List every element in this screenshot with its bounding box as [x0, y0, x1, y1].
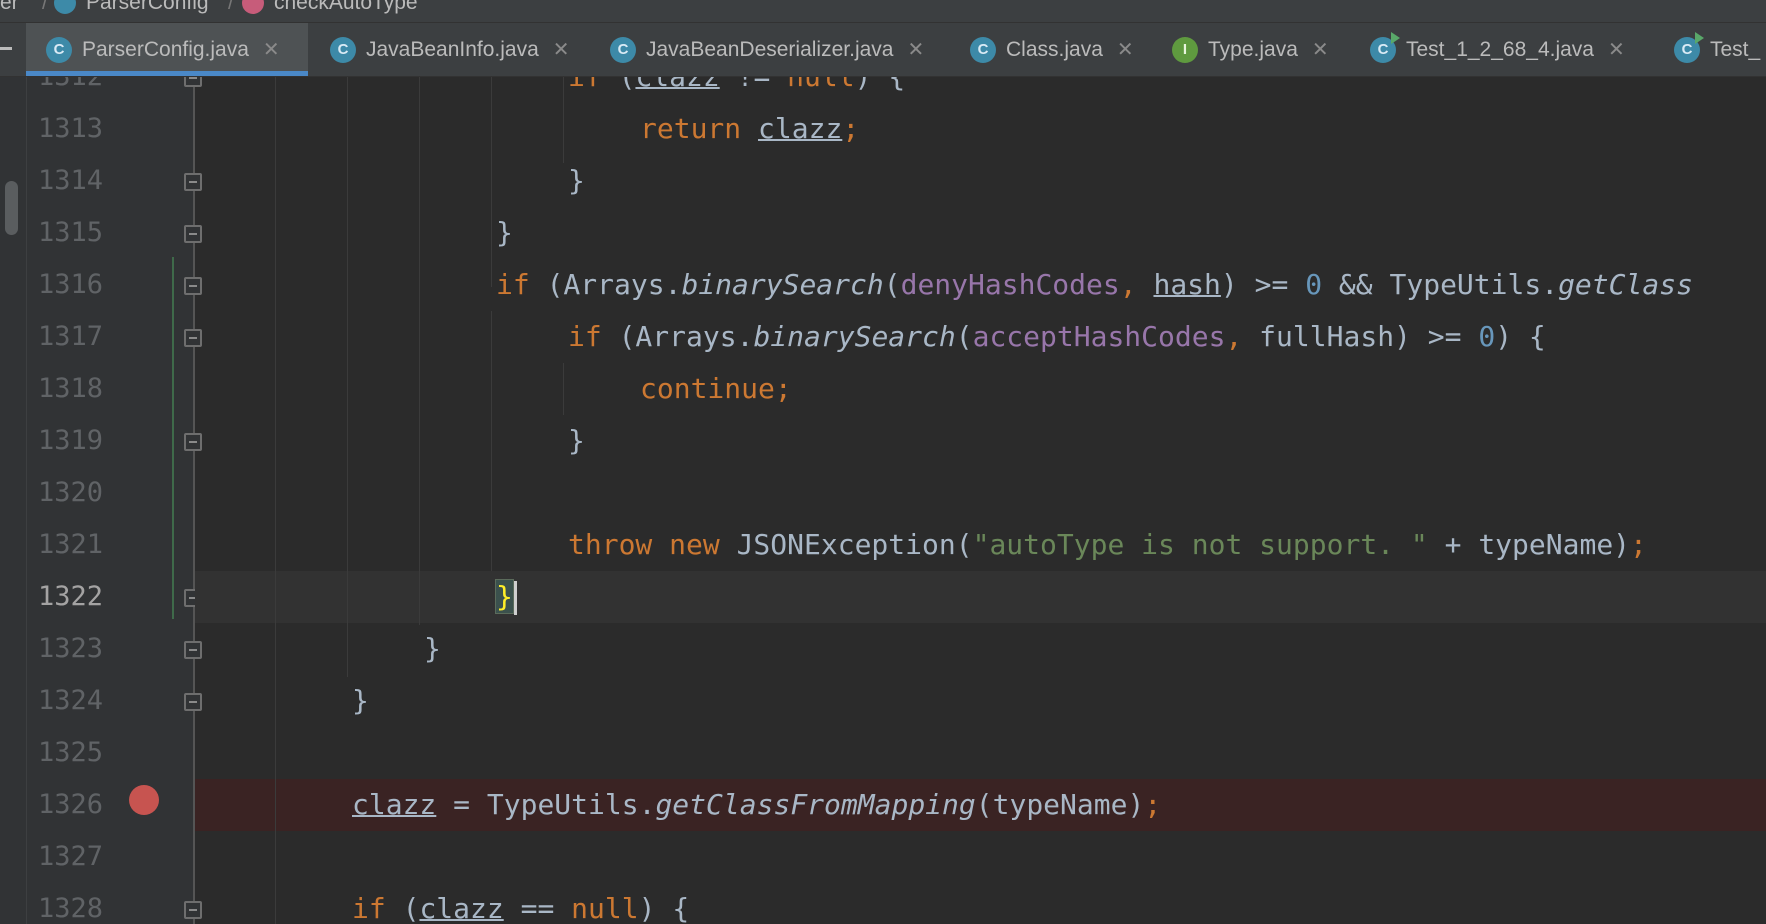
code-line-1317: if (Arrays.binarySearch(acceptHashCodes,… [568, 320, 1546, 353]
code-line-1321: throw new JSONException("autoType is not… [568, 528, 1647, 561]
close-icon[interactable]: ✕ [1117, 37, 1134, 62]
line-number: 1324 [38, 685, 104, 716]
indent-guide [419, 77, 420, 625]
line-number: 1314 [38, 165, 104, 196]
breadcrumb: er / ParserConfig / checkAutoType [0, 0, 1766, 23]
close-icon[interactable]: ✕ [553, 37, 570, 62]
class-icon [54, 0, 76, 14]
class-icon: C [610, 36, 636, 63]
tab-test-partial[interactable]: C Test_ [1654, 23, 1766, 76]
code-line-1316: if (Arrays.binarySearch(denyHashCodes, h… [496, 268, 1693, 301]
tab-javabeaninfo[interactable]: C JavaBeanInfo.java ✕ [310, 23, 592, 76]
code-line-1319: } [568, 424, 585, 457]
line-number: 1328 [38, 893, 104, 924]
line-number: 1320 [38, 477, 104, 508]
tab-type[interactable]: I Type.java ✕ [1152, 23, 1360, 76]
close-icon[interactable]: ✕ [1608, 37, 1625, 62]
line-number: 1317 [38, 321, 104, 352]
tab-overflow-indicator[interactable] [0, 47, 12, 50]
code-line-1312: if (clazz != null) { [568, 77, 905, 103]
indent-guide [275, 77, 276, 924]
class-icon: C [330, 36, 356, 63]
line-number: 1315 [38, 217, 104, 248]
tab-parserconfig[interactable]: C ParserConfig.java ✕ [26, 23, 308, 76]
tab-javabeandeserializer[interactable]: C JavaBeanDeserializer.java ✕ [590, 23, 950, 76]
indent-guide [491, 311, 492, 571]
close-icon[interactable]: ✕ [907, 37, 924, 62]
vcs-change-marker[interactable] [172, 257, 174, 619]
scrollbar-thumb[interactable] [5, 181, 18, 235]
runnable-class-icon: C [1370, 31, 1400, 63]
editor-tab-bar: C ParserConfig.java ✕ C JavaBeanInfo.jav… [0, 23, 1766, 77]
line-number: 1319 [38, 425, 104, 456]
line-number: 1313 [38, 113, 104, 144]
line-number: 1321 [38, 529, 104, 560]
class-icon: C [46, 36, 72, 63]
line-number: 1318 [38, 373, 104, 404]
indent-guide [491, 77, 492, 287]
text-caret [513, 581, 517, 615]
current-line-number: 1322 [38, 581, 104, 612]
line-number: 1312 [38, 77, 118, 103]
runnable-class-icon: C [1674, 31, 1704, 63]
line-number: 1326 [38, 789, 104, 820]
code-line-1315: } [496, 216, 513, 249]
line-number: 1327 [38, 841, 104, 872]
line-number: 1325 [38, 737, 104, 768]
code-line-1322: } [495, 571, 517, 623]
code-line-1328: if (clazz == null) { [352, 892, 690, 924]
indent-guide [347, 77, 348, 677]
line-number: 1323 [38, 633, 104, 664]
method-icon [242, 0, 264, 14]
breadcrumb-item-class[interactable]: ParserConfig [54, 0, 209, 14]
breadcrumb-item-package[interactable]: er [0, 0, 19, 14]
breadcrumb-item-method[interactable]: checkAutoType [242, 0, 418, 14]
code-line-1323: } [424, 632, 441, 665]
code-area[interactable]: if (clazz != null) { return clazz; } } i… [195, 77, 1766, 924]
left-tool-strip [0, 77, 27, 924]
code-line-1313: return clazz; [640, 112, 860, 145]
close-icon[interactable]: ✕ [1312, 37, 1329, 62]
breakpoint-icon[interactable] [129, 785, 159, 815]
line-number: 1316 [38, 269, 104, 300]
code-line-1318: continue; [640, 372, 792, 405]
caret-row-highlight [195, 571, 1766, 623]
tab-class[interactable]: C Class.java ✕ [950, 23, 1170, 76]
close-icon[interactable]: ✕ [263, 37, 280, 62]
class-icon: C [970, 36, 996, 63]
tab-test-1-2-68-4[interactable]: C Test_1_2_68_4.java ✕ [1350, 23, 1676, 76]
indent-guide [563, 77, 564, 163]
code-line-1314: } [568, 164, 585, 197]
interface-icon: I [1172, 36, 1198, 63]
code-line-1324: } [352, 684, 369, 717]
indent-guide [563, 363, 564, 415]
code-line-1326: clazz = TypeUtils.getClassFromMapping(ty… [352, 788, 1162, 821]
code-editor[interactable]: 1312 1313 1314 1315 1316 1317 1318 1319 … [0, 77, 1766, 924]
